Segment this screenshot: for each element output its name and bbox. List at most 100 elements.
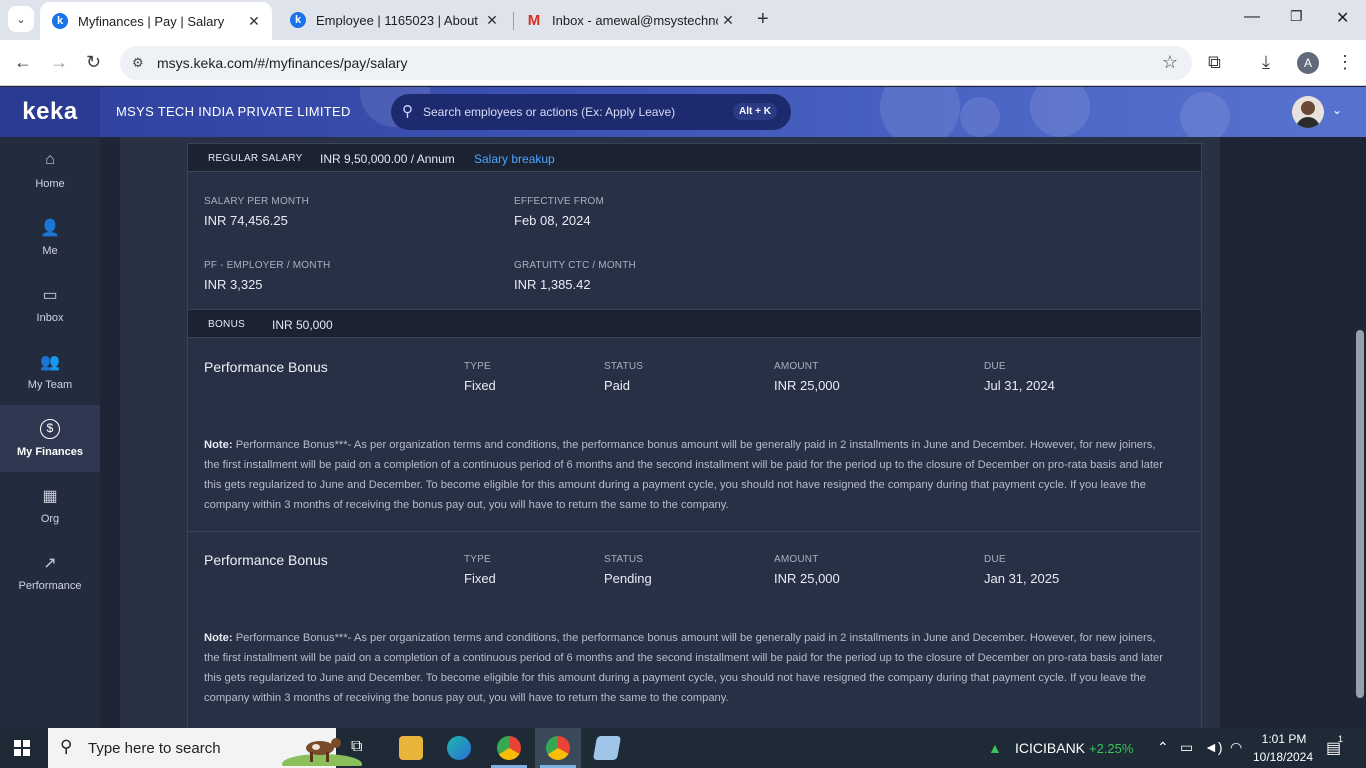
- chrome-icon[interactable]: [497, 736, 521, 760]
- search-placeholder: Search employees or actions (Ex: Apply L…: [423, 105, 676, 119]
- keka-favicon-icon: k: [290, 12, 306, 28]
- cow-illustration-icon: [282, 738, 362, 766]
- chrome-profile-icon[interactable]: [546, 736, 570, 760]
- reload-icon[interactable]: ↻: [86, 52, 101, 73]
- bonus-amount: INR 25,000: [774, 571, 840, 586]
- main-content: REGULAR SALARY INR 9,50,000.00 / Annum S…: [100, 137, 1354, 728]
- chevron-up-icon[interactable]: ⌃: [1157, 739, 1169, 756]
- new-tab-icon[interactable]: +: [757, 8, 769, 31]
- tab-list-button[interactable]: ⌄: [8, 6, 34, 32]
- person-icon: 👤: [40, 220, 60, 237]
- salary-details-panel: SALARY PER MONTH INR 74,456.25 EFFECTIVE…: [187, 172, 1202, 310]
- sidebar-item-my-team[interactable]: 👥 My Team: [0, 338, 100, 405]
- keka-favicon-icon: k: [52, 13, 68, 29]
- search-icon: ⚲: [60, 737, 73, 756]
- bonus-label: BONUS: [208, 319, 246, 330]
- back-arrow-icon[interactable]: ←: [14, 52, 32, 73]
- forward-arrow-icon[interactable]: →: [50, 52, 68, 73]
- address-bar[interactable]: ⚙ msys.keka.com/#/myfinances/pay/salary …: [120, 46, 1192, 80]
- sidebar-item-performance[interactable]: ↗ Performance: [0, 539, 100, 606]
- team-icon: 👥: [40, 354, 60, 371]
- download-icon[interactable]: ⤓: [1262, 52, 1270, 73]
- note-label: Note:: [204, 632, 233, 644]
- notepad-icon[interactable]: [592, 736, 622, 760]
- browser-toolbar: ← → ↻ ⚙ msys.keka.com/#/myfinances/pay/s…: [0, 40, 1366, 86]
- battery-icon[interactable]: ▭: [1180, 739, 1193, 756]
- taskbar-search[interactable]: ⚲ Type here to search: [48, 728, 362, 768]
- sidebar-item-my-finances[interactable]: $ My Finances: [0, 405, 100, 472]
- url-text[interactable]: msys.keka.com/#/myfinances/pay/salary: [157, 55, 408, 71]
- global-search[interactable]: ⚲ Search employees or actions (Ex: Apply…: [391, 94, 791, 130]
- note-text: Performance Bonus***- As per organizatio…: [204, 439, 1163, 511]
- amount-label: AMOUNT: [774, 554, 819, 565]
- annual-salary: INR 9,50,000.00 / Annum: [320, 152, 455, 166]
- tab-myfinances[interactable]: k Myfinances | Pay | Salary ✕: [40, 2, 272, 40]
- sidebar-item-inbox[interactable]: ▭ Inbox: [0, 271, 100, 338]
- effective-from-value: Feb 08, 2024: [514, 213, 591, 228]
- bonus-status: Paid: [604, 378, 631, 393]
- gratuity-label: GRATUITY CTC / MONTH: [514, 260, 636, 271]
- bonus-status: Pending: [604, 571, 652, 586]
- header-decoration: [960, 97, 1000, 137]
- stock-name[interactable]: ICICIBANK: [1015, 740, 1085, 756]
- sidebar-item-label: My Finances: [16, 446, 84, 458]
- notification-count: 1: [1338, 734, 1344, 744]
- type-label: TYPE: [464, 361, 491, 372]
- header-decoration: [880, 87, 960, 137]
- sidebar-item-label: Home: [35, 178, 65, 190]
- file-explorer-icon[interactable]: [399, 736, 423, 760]
- restore-icon[interactable]: ❐: [1290, 8, 1303, 25]
- due-label: DUE: [984, 361, 1006, 372]
- tab-employee[interactable]: k Employee | 1165023 | About | S ✕: [278, 0, 510, 40]
- sidebar-nav: ⌂ Home 👤 Me ▭ Inbox 👥 My Team $ My Finan…: [0, 137, 100, 728]
- sidebar-item-me[interactable]: 👤 Me: [0, 204, 100, 271]
- keka-logo[interactable]: keka: [0, 87, 100, 137]
- page-scrollbar[interactable]: [1354, 137, 1366, 728]
- windows-start-icon[interactable]: [14, 740, 30, 756]
- clock-time[interactable]: 1:01 PM: [1252, 732, 1316, 746]
- regular-salary-bar: REGULAR SALARY INR 9,50,000.00 / Annum S…: [187, 143, 1202, 172]
- avatar-body: [1296, 117, 1320, 128]
- chevron-down-icon[interactable]: ⌄: [1332, 103, 1342, 117]
- search-shortcut-badge: Alt + K: [733, 103, 777, 120]
- bonus-due: Jan 31, 2025: [984, 571, 1060, 586]
- status-label: STATUS: [604, 554, 644, 565]
- wifi-icon[interactable]: ◠: [1230, 739, 1242, 756]
- effective-from-label: EFFECTIVE FROM: [514, 196, 605, 207]
- site-info-icon[interactable]: ⚙: [132, 55, 144, 71]
- salary-breakup-link[interactable]: Salary breakup: [474, 152, 555, 166]
- sidebar-item-label: Me: [42, 245, 58, 257]
- window-close-icon[interactable]: ✕: [1336, 8, 1349, 28]
- edge-icon[interactable]: [447, 736, 471, 760]
- bonus-title: Performance Bonus: [204, 552, 328, 568]
- sidebar-item-home[interactable]: ⌂ Home: [0, 137, 100, 204]
- bookmark-star-icon[interactable]: ☆: [1162, 52, 1178, 73]
- clock-date[interactable]: 10/18/2024: [1250, 750, 1316, 764]
- close-tab-icon[interactable]: ✕: [718, 12, 738, 29]
- search-icon: ⚲: [402, 103, 413, 120]
- bonus-type: Fixed: [464, 571, 496, 586]
- gratuity-value: INR 1,385.42: [514, 277, 591, 292]
- extensions-icon[interactable]: ⧉: [1208, 52, 1221, 73]
- bonus-title: Performance Bonus: [204, 359, 328, 375]
- task-view-icon[interactable]: ⧉: [351, 738, 362, 756]
- user-avatar[interactable]: [1292, 96, 1324, 128]
- minimize-icon[interactable]: —: [1244, 8, 1260, 26]
- taskbar-search-placeholder: Type here to search: [88, 740, 221, 757]
- logo-text: keka: [22, 98, 78, 125]
- scrollbar-thumb[interactable]: [1356, 330, 1364, 698]
- close-tab-icon[interactable]: ✕: [482, 12, 502, 29]
- regular-salary-label: REGULAR SALARY: [208, 153, 303, 164]
- inbox-icon: ▭: [42, 287, 58, 304]
- bonus-due: Jul 31, 2024: [984, 378, 1055, 393]
- browser-tab-bar: ⌄ k Myfinances | Pay | Salary ✕ k Employ…: [0, 0, 1366, 40]
- more-menu-icon[interactable]: ⋮: [1336, 52, 1354, 73]
- sidebar-item-org[interactable]: ▦ Org: [0, 472, 100, 539]
- tab-gmail-inbox[interactable]: M Inbox - amewal@msystechnolo ✕: [514, 0, 746, 40]
- browser-profile-avatar[interactable]: A: [1297, 52, 1319, 74]
- bonus-amount: INR 25,000: [774, 378, 840, 393]
- close-tab-icon[interactable]: ✕: [244, 13, 264, 30]
- volume-icon[interactable]: ◄): [1204, 739, 1223, 755]
- bonus-note: Note: Performance Bonus***- As per organ…: [204, 628, 1174, 708]
- windows-taskbar: ⚲ Type here to search ⧉ ▲ ICICIBANK +2.2…: [0, 728, 1366, 768]
